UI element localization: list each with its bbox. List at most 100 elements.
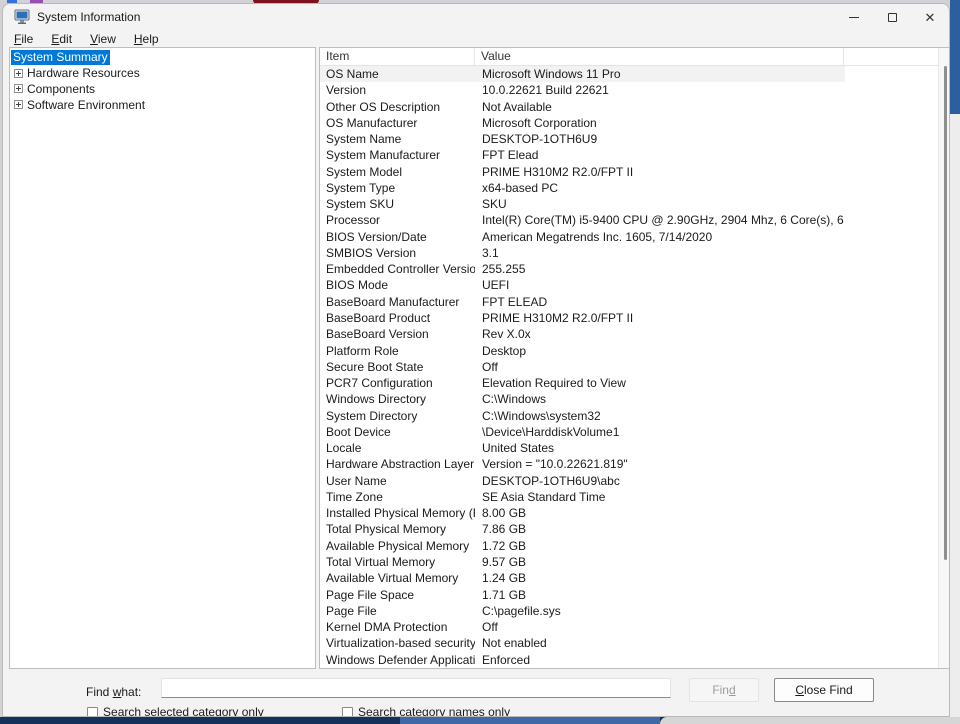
- item-cell: Windows Directory: [320, 391, 475, 407]
- table-row[interactable]: Version10.0.22621 Build 22621: [320, 82, 939, 98]
- column-header-value[interactable]: Value: [475, 48, 844, 65]
- expand-plus-icon[interactable]: [14, 84, 23, 93]
- table-row[interactable]: Virtualization-based securityNot enabled: [320, 635, 939, 651]
- table-row[interactable]: Secure Boot StateOff: [320, 359, 939, 375]
- table-row[interactable]: User NameDESKTOP-1OTH6U9\abc: [320, 473, 939, 489]
- background-window-fragment: [660, 717, 960, 724]
- table-row[interactable]: Hardware Abstraction LayerVersion = "10.…: [320, 456, 939, 472]
- maximize-button-icon[interactable]: [873, 4, 911, 30]
- close-button-icon[interactable]: ✕: [911, 4, 949, 30]
- table-row[interactable]: ProcessorIntel(R) Core(TM) i5-9400 CPU @…: [320, 212, 939, 228]
- menu-file[interactable]: File: [5, 32, 42, 46]
- value-cell: 3.1: [475, 245, 845, 261]
- item-cell: BaseBoard Product: [320, 310, 475, 326]
- table-row[interactable]: System SKUSKU: [320, 196, 939, 212]
- tree-item-label: Software Environment: [27, 98, 145, 112]
- value-cell: SKU: [475, 196, 845, 212]
- value-cell: FPT ELEAD: [475, 294, 845, 310]
- table-row[interactable]: Time ZoneSE Asia Standard Time: [320, 489, 939, 505]
- item-cell: System SKU: [320, 196, 475, 212]
- table-row[interactable]: System Typex64-based PC: [320, 180, 939, 196]
- item-cell: SMBIOS Version: [320, 245, 475, 261]
- item-cell: System Directory: [320, 408, 475, 424]
- tree-item-label: Components: [27, 82, 95, 96]
- table-row[interactable]: Installed Physical Memory (RAM)8.00 GB: [320, 505, 939, 521]
- selected-tree-item-label: System Summary: [11, 50, 110, 65]
- column-header-item[interactable]: Item: [320, 48, 475, 65]
- item-cell: Locale: [320, 440, 475, 456]
- table-row[interactable]: BaseBoard ManufacturerFPT ELEAD: [320, 294, 939, 310]
- table-row[interactable]: Total Physical Memory7.86 GB: [320, 521, 939, 537]
- table-row[interactable]: Windows Defender Application...Enforced: [320, 652, 939, 668]
- value-cell: \Device\HarddiskVolume1: [475, 424, 845, 440]
- table-row[interactable]: Total Virtual Memory9.57 GB: [320, 554, 939, 570]
- search-category-names-checkbox[interactable]: Search category names only: [342, 705, 510, 717]
- find-button[interactable]: Find: [689, 678, 759, 702]
- expand-plus-icon[interactable]: [14, 100, 23, 109]
- table-row[interactable]: OS ManufacturerMicrosoft Corporation: [320, 115, 939, 131]
- table-row[interactable]: Platform RoleDesktop: [320, 343, 939, 359]
- item-cell: User Name: [320, 473, 475, 489]
- item-cell: Time Zone: [320, 489, 475, 505]
- tree-item-system-summary[interactable]: System Summary: [10, 50, 315, 66]
- table-row[interactable]: SMBIOS Version3.1: [320, 245, 939, 261]
- table-row[interactable]: PCR7 ConfigurationElevation Required to …: [320, 375, 939, 391]
- table-row[interactable]: Page File Space1.71 GB: [320, 587, 939, 603]
- table-row[interactable]: BaseBoard VersionRev X.0x: [320, 326, 939, 342]
- item-cell: Other OS Description: [320, 99, 475, 115]
- table-row[interactable]: System DirectoryC:\Windows\system32: [320, 408, 939, 424]
- vertical-scrollbar[interactable]: [938, 48, 950, 668]
- table-row[interactable]: Kernel DMA ProtectionOff: [320, 619, 939, 635]
- table-row[interactable]: OS NameMicrosoft Windows 11 Pro: [320, 66, 845, 82]
- table-row[interactable]: BaseBoard ProductPRIME H310M2 R2.0/FPT I…: [320, 310, 939, 326]
- table-row[interactable]: Available Physical Memory1.72 GB: [320, 538, 939, 554]
- item-cell: Kernel DMA Protection: [320, 619, 475, 635]
- table-row[interactable]: BIOS ModeUEFI: [320, 277, 939, 293]
- item-cell: Hardware Abstraction Layer: [320, 456, 475, 472]
- item-cell: Windows Defender Application...: [320, 652, 475, 668]
- value-cell: DESKTOP-1OTH6U9: [475, 131, 845, 147]
- value-cell: 1.72 GB: [475, 538, 845, 554]
- table-row[interactable]: System ModelPRIME H310M2 R2.0/FPT II: [320, 164, 939, 180]
- tree-item-software-environment[interactable]: Software Environment: [10, 97, 315, 113]
- value-cell: C:\pagefile.sys: [475, 603, 845, 619]
- menu-bar: File Edit View Help: [5, 30, 168, 47]
- system-information-window: System Information ✕ File Edit View Help…: [2, 3, 950, 717]
- table-row[interactable]: System NameDESKTOP-1OTH6U9: [320, 131, 939, 147]
- table-row[interactable]: BIOS Version/DateAmerican Megatrends Inc…: [320, 229, 939, 245]
- menu-help[interactable]: Help: [125, 32, 168, 46]
- table-row[interactable]: System ManufacturerFPT Elead: [320, 147, 939, 163]
- item-cell: BaseBoard Version: [320, 326, 475, 342]
- value-cell: Intel(R) Core(TM) i5-9400 CPU @ 2.90GHz,…: [475, 212, 845, 228]
- item-cell: System Manufacturer: [320, 147, 475, 163]
- window-title: System Information: [37, 10, 140, 24]
- value-cell: Microsoft Corporation: [475, 115, 845, 131]
- table-row[interactable]: Windows DirectoryC:\Windows: [320, 391, 939, 407]
- tree-item-components[interactable]: Components: [10, 81, 315, 97]
- table-row[interactable]: Boot Device\Device\HarddiskVolume1: [320, 424, 939, 440]
- value-cell: Elevation Required to View: [475, 375, 845, 391]
- find-input[interactable]: [161, 678, 671, 698]
- menu-view[interactable]: View: [81, 32, 125, 46]
- value-cell: Not enabled: [475, 635, 845, 651]
- system-info-table-body: OS NameMicrosoft Windows 11 ProVersion10…: [320, 66, 939, 668]
- item-cell: Embedded Controller Version: [320, 261, 475, 277]
- table-row[interactable]: Page FileC:\pagefile.sys: [320, 603, 939, 619]
- minimize-button-icon[interactable]: [835, 4, 873, 30]
- search-selected-category-checkbox[interactable]: Search selected category only: [87, 705, 264, 717]
- title-bar[interactable]: System Information ✕: [3, 4, 949, 30]
- table-row[interactable]: LocaleUnited States: [320, 440, 939, 456]
- item-cell: BIOS Version/Date: [320, 229, 475, 245]
- item-cell: Secure Boot State: [320, 359, 475, 375]
- table-row[interactable]: Other OS DescriptionNot Available: [320, 99, 939, 115]
- item-cell: OS Manufacturer: [320, 115, 475, 131]
- table-row[interactable]: Embedded Controller Version255.255: [320, 261, 939, 277]
- table-row[interactable]: Available Virtual Memory1.24 GB: [320, 570, 939, 586]
- value-cell: C:\Windows\system32: [475, 408, 845, 424]
- find-bar: Find what: Find Close Find Search select…: [3, 669, 949, 717]
- menu-edit[interactable]: Edit: [42, 32, 81, 46]
- scrollbar-thumb[interactable]: [944, 66, 947, 560]
- tree-item-hardware-resources[interactable]: Hardware Resources: [10, 66, 315, 82]
- close-find-button[interactable]: Close Find: [774, 678, 874, 702]
- expand-plus-icon[interactable]: [14, 69, 23, 78]
